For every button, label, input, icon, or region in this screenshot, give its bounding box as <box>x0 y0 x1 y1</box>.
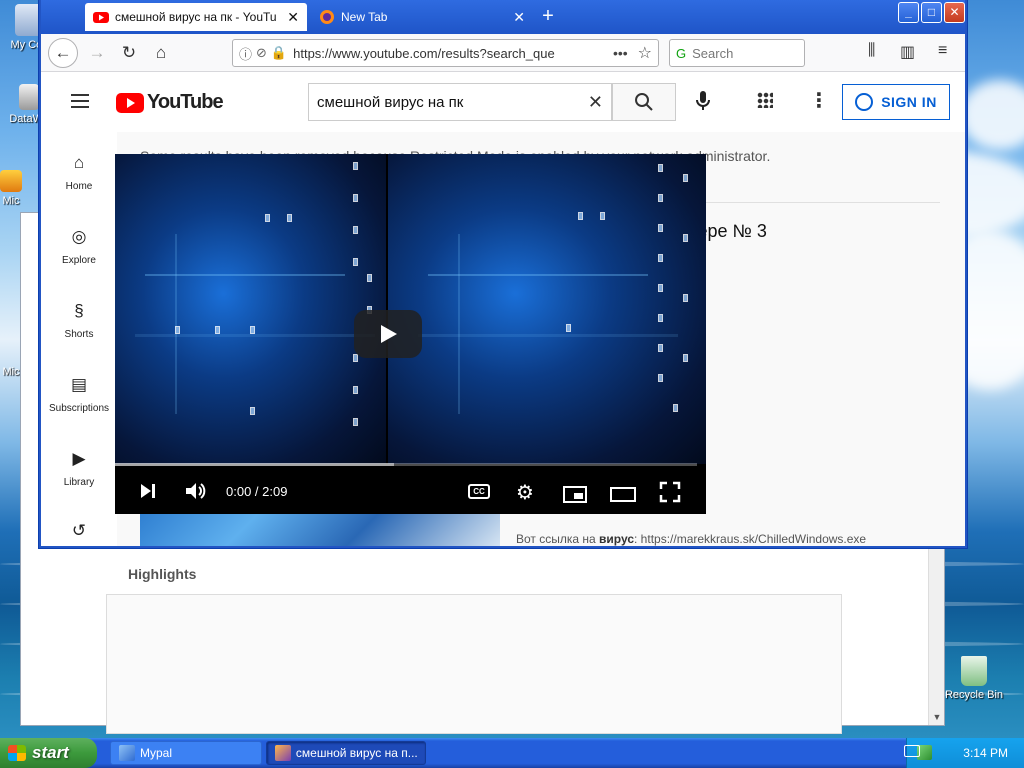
subscriptions-icon: ▤ <box>70 375 88 394</box>
microphone-icon[interactable] <box>696 91 710 116</box>
close-tab-icon[interactable]: ✕ <box>503 9 525 26</box>
home-icon: ⌂ <box>73 153 85 172</box>
next-video-icon[interactable] <box>139 482 157 505</box>
menu-icon[interactable]: ≡ <box>938 42 947 60</box>
youtube-search-input[interactable]: смешной вирус на пк ✕ <box>308 83 612 121</box>
player-controls: 0:00 / 2:09 CC ⚙ <box>115 474 706 514</box>
guide-sidebar: ⌂ Home ◎ Explore § Shorts ▤ Subscription… <box>41 132 117 546</box>
permissions-icon[interactable]: ⊘ <box>256 45 267 61</box>
url-bar[interactable]: ⓘ ⊘ 🔒 https://www.youtube.com/results?se… <box>232 39 659 67</box>
shorts-icon: § <box>74 301 84 320</box>
tab-new-tab[interactable]: New Tab ✕ <box>311 3 533 31</box>
browser-icon <box>275 745 291 761</box>
tab-youtube[interactable]: смешной вирус на пк - YouTube ✕ <box>85 3 307 31</box>
video-player[interactable]: 0:00 / 2:09 CC ⚙ <box>115 154 706 514</box>
miniplayer-icon[interactable] <box>563 486 587 503</box>
lock-icon: 🔒 <box>270 45 288 60</box>
highlights-panel <box>106 594 842 734</box>
search-button[interactable] <box>612 83 676 121</box>
taskbar-item-youtube[interactable]: смешной вирус на п... <box>266 741 426 765</box>
captions-icon[interactable]: CC <box>468 484 490 499</box>
guide-item-subscriptions[interactable]: ▤ Subscriptions <box>41 374 117 414</box>
clear-search-icon[interactable]: ✕ <box>588 92 603 113</box>
start-button[interactable]: start <box>0 738 97 768</box>
sign-in-button[interactable]: SIGN IN <box>842 84 950 120</box>
theater-mode-icon[interactable] <box>610 487 636 502</box>
close-tab-icon[interactable]: ✕ <box>277 9 299 26</box>
tab-strip: смешной вирус на пк - YouTube ✕ New Tab … <box>41 0 965 34</box>
search-query: смешной вирус на пк <box>317 93 464 111</box>
fullscreen-icon[interactable] <box>659 481 681 508</box>
video-frame-left <box>115 154 386 464</box>
close-window-button[interactable]: ✕ <box>944 2 965 23</box>
mypal-icon <box>119 745 135 761</box>
url-text[interactable]: https://www.youtube.com/results?search_q… <box>293 46 607 61</box>
youtube-play-icon <box>116 92 144 113</box>
info-icon[interactable]: ⓘ <box>239 44 252 63</box>
time-display: 0:00 / 2:09 <box>226 484 288 499</box>
scroll-down-arrow-icon[interactable]: ▼ <box>929 709 945 725</box>
bookmark-star-icon[interactable]: ☆ <box>638 43 652 63</box>
search-engine-icon[interactable]: G <box>676 46 686 61</box>
maximize-button[interactable]: □ <box>921 2 942 23</box>
back-button[interactable]: ← <box>48 38 78 68</box>
new-tab-button[interactable]: + <box>536 5 560 29</box>
progress-bar[interactable] <box>115 463 697 466</box>
youtube-header: YouTube смешной вирус на пк ✕ ⋮ SIGN IN <box>41 72 965 132</box>
page-actions-icon[interactable]: ••• <box>613 45 628 61</box>
clock[interactable]: 3:14 PM <box>963 746 1008 760</box>
play-icon[interactable] <box>354 310 422 358</box>
guide-item-history[interactable]: ↺ <box>41 520 117 546</box>
progress-loaded <box>115 463 395 466</box>
windows-flag-icon <box>8 745 26 761</box>
result-thumbnail[interactable] <box>140 512 500 546</box>
taskbar: start Mypal смешной вирус на п... 3:14 P… <box>0 738 1024 768</box>
minimize-button[interactable]: _ <box>898 2 919 23</box>
explore-icon: ◎ <box>71 227 87 246</box>
search-icon <box>635 93 653 111</box>
settings-gear-icon[interactable]: ⚙ <box>516 480 534 505</box>
firefox-icon <box>319 9 335 25</box>
search-bar[interactable]: G Search <box>669 39 805 67</box>
guide-item-shorts[interactable]: § Shorts <box>41 300 117 340</box>
guide-item-home[interactable]: ⌂ Home <box>41 152 117 192</box>
nav-toolbar: ← → ↻ ⌂ ⓘ ⊘ 🔒 https://www.youtube.com/re… <box>41 34 965 72</box>
library-icon: ▶ <box>72 449 86 468</box>
guide-item-library[interactable]: ▶ Library <box>41 448 117 488</box>
account-icon <box>855 93 874 111</box>
youtube-icon <box>93 9 109 25</box>
sidebar-icon[interactable]: ▥ <box>900 42 915 62</box>
video-frame-right <box>388 154 706 464</box>
guide-item-explore[interactable]: ◎ Explore <box>41 226 117 266</box>
more-options-icon[interactable]: ⋮ <box>809 88 829 113</box>
apps-grid-icon[interactable] <box>757 92 773 108</box>
hamburger-menu-icon[interactable] <box>71 94 89 108</box>
home-button[interactable]: ⌂ <box>147 39 175 67</box>
tab-title: New Tab <box>341 10 388 24</box>
keyboard-layout-icon[interactable] <box>904 745 920 757</box>
tab-title: смешной вирус на пк - YouTube <box>115 10 278 24</box>
taskbar-item-mypal[interactable]: Mypal <box>110 741 262 765</box>
reload-button[interactable]: ↻ <box>115 39 143 67</box>
result-description: Вот ссылка на вирус: https://marekkraus.… <box>516 532 867 546</box>
search-placeholder: Search <box>692 45 734 61</box>
highlights-label: Highlights <box>128 566 197 582</box>
volume-icon[interactable] <box>185 482 207 505</box>
library-icon[interactable]: ⫼ <box>868 42 875 60</box>
youtube-logo[interactable]: YouTube <box>116 91 224 114</box>
system-tray: 3:14 PM <box>906 738 1024 768</box>
forward-button[interactable]: → <box>83 39 111 67</box>
history-icon: ↺ <box>71 521 87 540</box>
recycle-bin-icon[interactable]: Recycle Bin <box>939 656 1009 701</box>
